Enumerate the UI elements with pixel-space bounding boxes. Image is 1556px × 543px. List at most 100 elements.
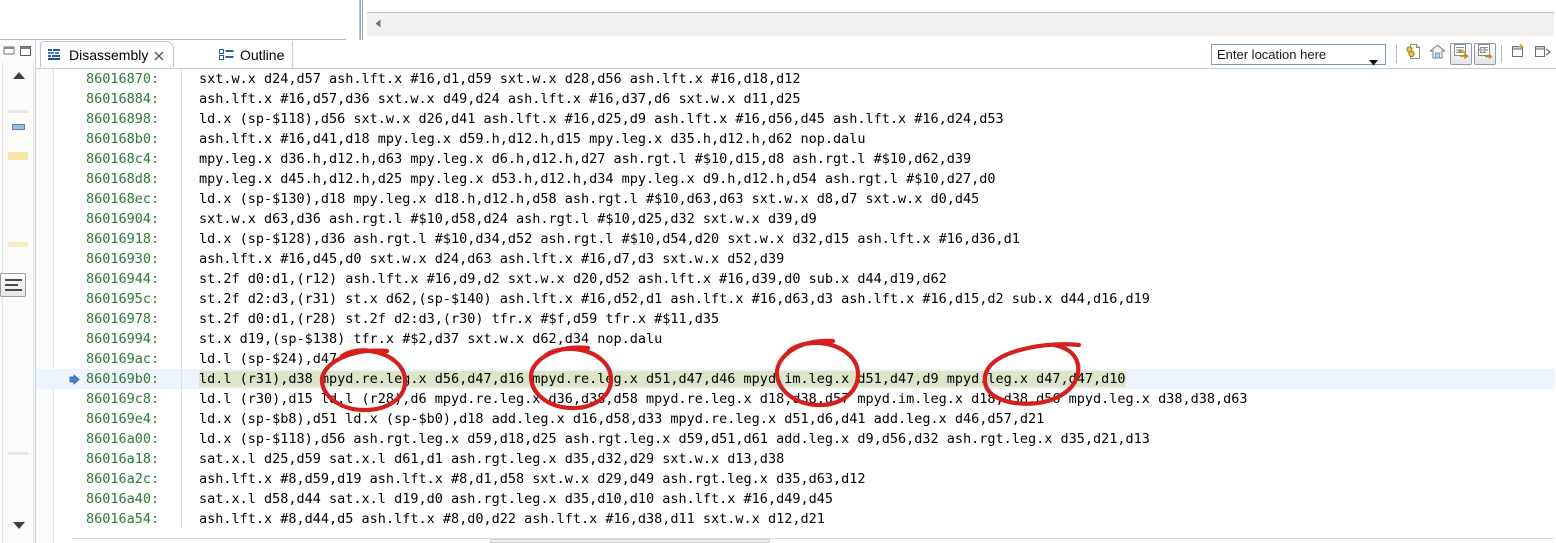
instruction-address: 860168ec: xyxy=(86,191,160,207)
instruction-text: sat.x.l d25,d59 sat.x.l d61,d1 ash.rgt.l… xyxy=(199,451,785,467)
instruction-highlight: ld.l (r31),d38 mpyd.re.leg.x d56,d47,d16… xyxy=(199,371,1126,387)
address-toggle-icon xyxy=(1453,43,1470,65)
toolbar-separator xyxy=(1396,45,1397,63)
address-column-separator xyxy=(181,129,182,149)
horizontal-scrollbar[interactable] xyxy=(72,538,1556,543)
close-icon[interactable] xyxy=(153,49,165,61)
code-line[interactable]: 86016a40: sat.x.l d58,d44 sat.x.l d19,d0 … xyxy=(36,489,1556,509)
instruction-address: 860169c8: xyxy=(86,391,160,407)
code-line[interactable]: 860168b0: ash.lft.x #16,d41,d18 mpy.leg.x… xyxy=(36,129,1556,149)
address-column-separator xyxy=(181,389,182,409)
new-window-button[interactable] xyxy=(1507,43,1529,65)
instruction-address: 86016994: xyxy=(86,331,160,347)
code-line[interactable]: 860169e4: ld.x (sp-$b8),d51 ld.x (sp-$b0)… xyxy=(36,409,1556,429)
address-column-separator xyxy=(181,449,182,469)
instruction-address: 86016904: xyxy=(86,211,160,227)
instruction-address: 86016884: xyxy=(86,91,160,107)
instruction-text: st.2f d2:d3,(r31) st.x d62,(sp-$140) ash… xyxy=(199,291,1150,307)
code-line[interactable]: 86016978: st.2f d0:d1,(r28) st.2f d2:d3,(… xyxy=(36,309,1556,329)
instruction-address: 86016a2c: xyxy=(86,471,160,487)
instruction-address: 860169b0: xyxy=(86,371,160,387)
address-column-separator xyxy=(181,289,182,309)
address-column-separator xyxy=(181,349,182,369)
view-window-controls xyxy=(2,44,34,60)
toolbar-separator xyxy=(1501,45,1502,63)
code-line[interactable]: 86016a54: ash.lft.x #8,d44,d5 ash.lft.x #… xyxy=(36,509,1556,529)
show-opcodes-button[interactable] xyxy=(1474,43,1496,65)
address-column-separator xyxy=(181,469,182,489)
ruler-scroll-down-icon[interactable] xyxy=(12,517,26,535)
instruction-text: st.2f d0:d1,(r28) st.2f d2:d3,(r30) tfr.… xyxy=(199,311,720,327)
code-line[interactable]: 86016930: ash.lft.x #16,d45,d0 sxt.w.x d2… xyxy=(36,249,1556,269)
instruction-text: ash.lft.x #16,d45,d0 sxt.w.x d24,d63 ash… xyxy=(199,251,785,267)
instruction-text: ld.l (r31),d38 mpyd.re.leg.x d56,d47,d16… xyxy=(199,369,1126,389)
instruction-address: 86016a00: xyxy=(86,431,160,447)
view-menu-icon xyxy=(1534,43,1551,65)
address-column-separator xyxy=(181,309,182,329)
code-line[interactable]: 860169c8: ld.l (r30),d15 ld.l (r28),d6 mp… xyxy=(36,389,1556,409)
overview-toggle-button[interactable] xyxy=(0,273,26,297)
code-line[interactable]: 86016a00: ld.x (sp-$118),d56 ash.rgt.leg.… xyxy=(36,429,1556,449)
code-line[interactable]: 860168ec: ld.x (sp-$130),d18 mpy.leg.x d1… xyxy=(36,189,1556,209)
restore-view-icon[interactable] xyxy=(3,45,16,57)
code-line[interactable]: 86016898: ld.x (sp-$118),d56 sxt.w.x d26,… xyxy=(36,109,1556,129)
address-column-separator xyxy=(181,229,182,249)
ruler-scroll-up-icon[interactable] xyxy=(12,67,26,85)
instruction-text: ld.x (sp-$130),d18 mpy.leg.x d18.h,d12.h… xyxy=(199,191,980,207)
address-column-separator xyxy=(181,109,182,129)
instruction-text: ld.l (r30),d15 ld.l (r28),d6 mpyd.re.leg… xyxy=(199,391,1248,407)
ruler-mark-bookmark xyxy=(12,124,25,130)
home-button[interactable] xyxy=(1426,43,1448,65)
code-line[interactable]: 86016904: sxt.w.x d63,d36 ash.rgt.l #$10,… xyxy=(36,209,1556,229)
address-column-separator xyxy=(181,209,182,229)
instruction-text: ld.x (sp-$b8),d51 ld.x (sp-$b0),d18 add.… xyxy=(199,411,1045,427)
code-line[interactable]: 8601695c: st.2f d2:d3,(r31) st.x d62,(sp-… xyxy=(36,289,1556,309)
link-with-source-button[interactable] xyxy=(1402,43,1424,65)
address-column-separator xyxy=(181,429,182,449)
horizontal-scrollbar-thumb[interactable] xyxy=(490,539,770,543)
address-column-separator xyxy=(181,369,182,389)
address-column-separator xyxy=(181,169,182,189)
editor-tab-row: Disassembly Outline Enter location here xyxy=(36,40,1556,69)
code-line[interactable]: 86016994: st.x d19,(sp-$138) tfr.x #$2,d3… xyxy=(36,329,1556,349)
ruler-mark-warning xyxy=(8,152,28,160)
code-line[interactable]: 86016870: sxt.w.x d24,d57 ash.lft.x #16,d… xyxy=(36,69,1556,89)
location-combo[interactable]: Enter location here xyxy=(1211,43,1386,65)
code-line[interactable]: 860169b0: ld.l (r31),d38 mpyd.re.leg.x d5… xyxy=(36,369,1556,389)
instruction-address: 860169e4: xyxy=(86,411,160,427)
disassembly-icon xyxy=(48,48,64,62)
new-window-icon xyxy=(1510,43,1527,65)
code-line[interactable]: 86016a18: sat.x.l d25,d59 sat.x.l d61,d1 … xyxy=(36,449,1556,469)
instruction-address: 86016944: xyxy=(86,271,160,287)
code-line[interactable]: 86016a2c: ash.lft.x #8,d59,d19 ash.lft.x … xyxy=(36,469,1556,489)
instruction-address: 8601695c: xyxy=(86,291,160,307)
overview-ruler[interactable] xyxy=(2,62,34,543)
left-view-strip xyxy=(0,40,36,543)
home-icon xyxy=(1428,43,1446,65)
scroll-left-arrow-icon[interactable] xyxy=(371,15,386,31)
location-input[interactable]: Enter location here xyxy=(1212,47,1326,62)
view-menu-button[interactable] xyxy=(1531,43,1553,65)
instruction-text: ld.x (sp-$118),d56 ash.rgt.leg.x d59,d18… xyxy=(199,431,1150,447)
top-partial-view-strip xyxy=(0,0,1556,40)
code-line[interactable]: 86016884: ash.lft.x #16,d57,d36 sxt.w.x d… xyxy=(36,89,1556,109)
instruction-text: sat.x.l d58,d44 sat.x.l d19,d0 ash.rgt.l… xyxy=(199,491,833,507)
code-line[interactable]: 86016918: ld.x (sp-$128),d36 ash.rgt.l #$… xyxy=(36,229,1556,249)
code-line[interactable]: 86016944: st.2f d0:d1,(r12) ash.lft.x #16… xyxy=(36,269,1556,289)
tab-label-outline: Outline xyxy=(240,46,285,63)
code-line[interactable]: 860169ac: ld.l (sp-$24),d47 xyxy=(36,349,1556,369)
code-lines-container[interactable]: 86016870: sxt.w.x d24,d57 ash.lft.x #16,d… xyxy=(36,69,1556,543)
tab-disassembly[interactable]: Disassembly xyxy=(40,41,175,68)
code-line[interactable]: 860168d8: mpy.leg.x d45.h,d12.h,d25 mpy.l… xyxy=(36,169,1556,189)
instruction-address: 860168c4: xyxy=(86,151,160,167)
view-toolbar: Enter location here xyxy=(1211,40,1556,68)
instruction-text: ash.lft.x #8,d59,d19 ash.lft.x #8,d1,d58… xyxy=(199,471,866,487)
code-line[interactable]: 860168c4: mpy.leg.x d36.h,d12.h,d63 mpy.l… xyxy=(36,149,1556,169)
tab-outline[interactable]: Outline xyxy=(212,41,294,68)
disassembly-code-area[interactable]: 86016870: sxt.w.x d24,d57 ash.lft.x #16,d… xyxy=(36,69,1556,543)
address-column-separator xyxy=(181,249,182,269)
address-column-separator xyxy=(181,489,182,509)
show-address-button[interactable] xyxy=(1450,43,1472,65)
maximize-view-icon[interactable] xyxy=(19,45,32,57)
address-column-separator xyxy=(181,269,182,289)
